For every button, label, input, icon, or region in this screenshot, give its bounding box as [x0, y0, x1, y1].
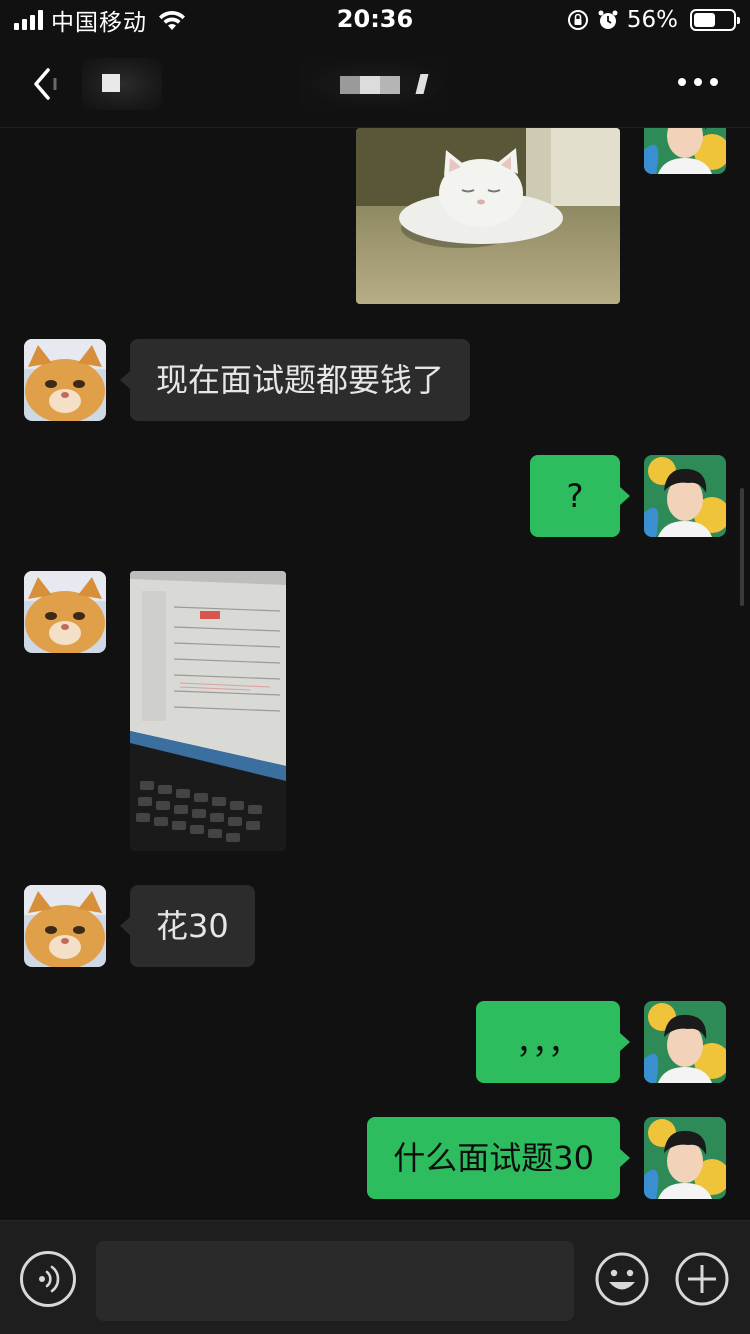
my-avatar[interactable]: [644, 1117, 726, 1199]
message-bubble-outgoing[interactable]: ?: [530, 455, 620, 537]
contact-avatar[interactable]: [24, 571, 106, 653]
emoji-icon[interactable]: [594, 1251, 650, 1307]
my-avatar[interactable]: [644, 1001, 726, 1083]
my-avatar[interactable]: [644, 455, 726, 537]
rotation-lock-icon: [567, 10, 588, 30]
message-image-laptop[interactable]: [130, 571, 286, 851]
voice-icon[interactable]: [20, 1251, 76, 1307]
input-bar: [0, 1220, 750, 1334]
scrollbar[interactable]: [740, 488, 744, 606]
message-bubble-outgoing[interactable]: 什么面试题30: [367, 1117, 620, 1199]
alarm-icon: [598, 10, 618, 29]
battery-fill: [694, 13, 715, 27]
message-bubble-outgoing[interactable]: ，，，: [476, 1001, 620, 1083]
chat-header: [0, 40, 750, 128]
more-dots-icon[interactable]: [678, 78, 718, 86]
status-bar: 中国移动 20:36 56%: [0, 0, 750, 40]
chevron-left-icon[interactable]: [28, 64, 60, 104]
battery-percent: 56%: [626, 7, 678, 33]
message-image-cat[interactable]: [356, 128, 620, 304]
battery-icon: [690, 9, 740, 31]
contact-avatar[interactable]: [24, 339, 106, 421]
plus-icon[interactable]: [674, 1251, 730, 1307]
message-input[interactable]: [96, 1241, 574, 1321]
contact-avatar[interactable]: [24, 885, 106, 967]
message-bubble-incoming[interactable]: 现在面试题都要钱了: [130, 339, 471, 421]
unread-count-blurred[interactable]: [82, 58, 162, 110]
message-list[interactable]: 现在面试题都要钱了 ? 花30 ，，， 什么面试题30: [0, 128, 750, 1220]
chat-title-blurred: [300, 58, 450, 110]
message-bubble-incoming[interactable]: 花30: [130, 885, 255, 967]
my-avatar[interactable]: [644, 128, 726, 174]
